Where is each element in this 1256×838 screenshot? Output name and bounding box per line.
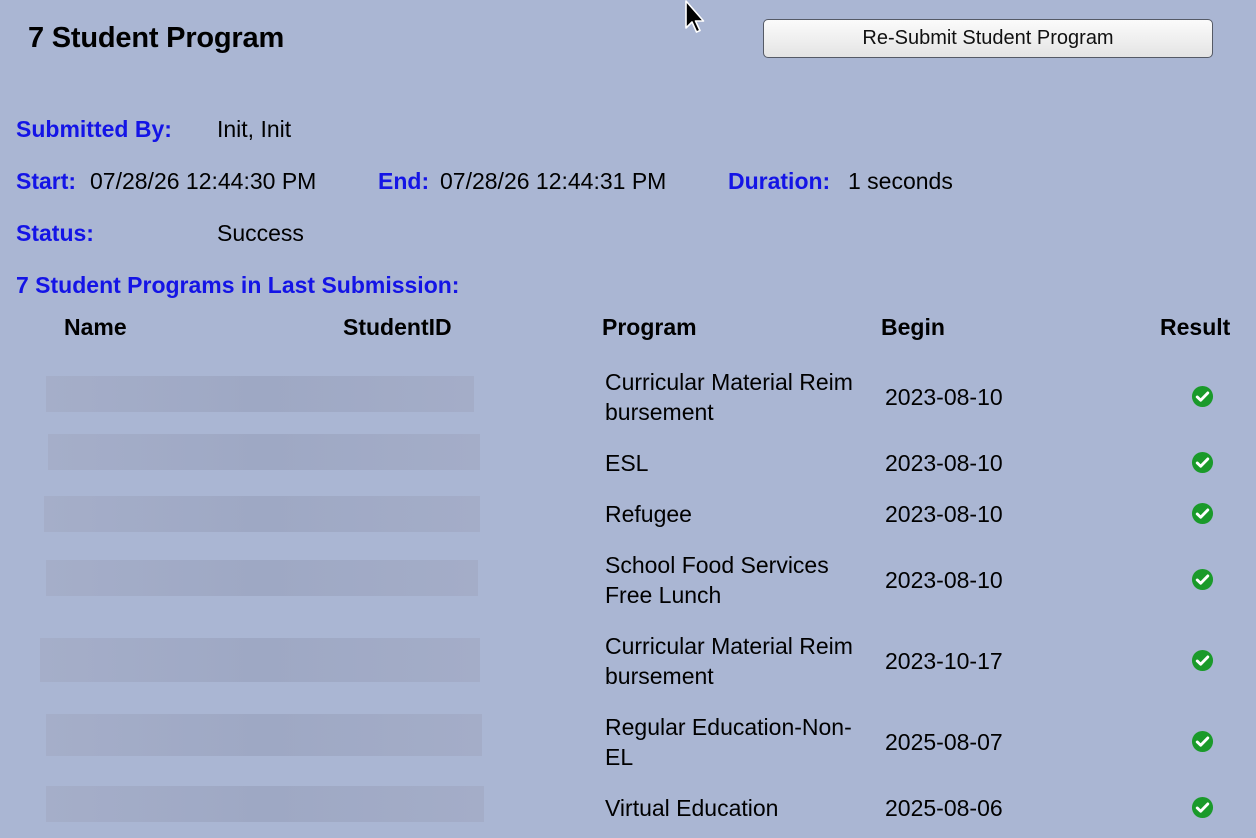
status-label: Status: [16, 220, 94, 246]
start-label: Start: [16, 168, 77, 194]
begin-cell: 2025-08-07 [885, 729, 1003, 755]
mouse-cursor-icon [685, 0, 705, 33]
program-cell: ESL [605, 450, 649, 476]
redacted-name-block [46, 560, 478, 596]
begin-cell: 2023-08-10 [885, 384, 1003, 410]
duration-label: Duration: [728, 168, 831, 194]
redacted-name-block [46, 714, 482, 756]
begin-cell: 2023-10-17 [885, 648, 1003, 674]
column-header-studentid: StudentID [343, 314, 452, 340]
submitted-by-label: Submitted By: [16, 116, 172, 142]
start-value: 07/28/26 12:44:30 PM [90, 168, 317, 194]
check-circle-icon [1191, 451, 1214, 474]
column-header-name: Name [64, 314, 127, 340]
redacted-name-block [40, 638, 480, 682]
end-label: End: [378, 168, 430, 194]
check-circle-icon [1191, 502, 1214, 525]
program-cell: Regular Education-Non-EL [605, 714, 852, 770]
submitted-by-value: Init, Init [217, 116, 292, 142]
column-header-program: Program [602, 314, 697, 340]
column-header-result: Result [1160, 314, 1231, 340]
program-cell: Curricular Material Reimbursement [605, 369, 853, 425]
check-circle-icon [1191, 796, 1214, 819]
duration-value: 1 seconds [848, 168, 953, 194]
redacted-name-block [48, 434, 480, 470]
check-circle-icon [1191, 649, 1214, 672]
begin-cell: 2023-08-10 [885, 567, 1003, 593]
page-title: 7 Student Program [28, 22, 285, 54]
end-value: 07/28/26 12:44:31 PM [440, 168, 667, 194]
program-cell: Virtual Education [605, 795, 779, 821]
resubmit-button[interactable]: Re-Submit Student Program [763, 19, 1213, 58]
status-value: Success [217, 220, 304, 246]
section-heading: 7 Student Programs in Last Submission: [16, 272, 460, 298]
check-circle-icon [1191, 730, 1214, 753]
redacted-name-block [46, 376, 474, 412]
program-cell: School Food Services Free Lunch [605, 552, 829, 608]
column-header-begin: Begin [881, 314, 945, 340]
program-cell: Curricular Material Reimbursement [605, 633, 853, 689]
begin-cell: 2023-08-10 [885, 450, 1003, 476]
check-circle-icon [1191, 568, 1214, 591]
redacted-name-block [46, 786, 484, 822]
begin-cell: 2023-08-10 [885, 501, 1003, 527]
check-circle-icon [1191, 385, 1214, 408]
begin-cell: 2025-08-06 [885, 795, 1003, 821]
redacted-name-block [44, 496, 480, 532]
program-cell: Refugee [605, 501, 692, 527]
